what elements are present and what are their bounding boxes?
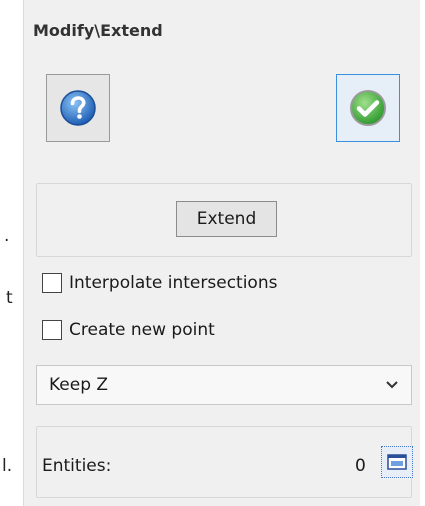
- create-new-point-label: Create new point: [69, 320, 215, 340]
- create-new-point-option[interactable]: Create new point: [42, 320, 215, 340]
- background-text-fragment: t: [6, 288, 13, 308]
- background-text-fragment: l.: [2, 456, 13, 476]
- extend-button[interactable]: Extend: [176, 201, 277, 237]
- panel-title: Modify\Extend: [33, 21, 163, 40]
- entities-count: 0: [355, 456, 366, 476]
- chevron-down-icon: [386, 381, 398, 389]
- question-mark-icon: [60, 90, 96, 126]
- select-entities-button[interactable]: [381, 446, 413, 478]
- ok-button[interactable]: [336, 74, 400, 142]
- help-button[interactable]: [46, 74, 110, 142]
- z-mode-selected-value: Keep Z: [49, 375, 109, 395]
- window-select-icon: [387, 454, 407, 470]
- entities-label: Entities:: [42, 456, 112, 476]
- interpolate-intersections-label: Interpolate intersections: [69, 273, 278, 293]
- z-mode-dropdown[interactable]: Keep Z: [36, 365, 412, 405]
- green-checkmark-icon: [350, 90, 386, 126]
- modify-extend-panel: Modify\Extend Extend Interpolate interse…: [23, 0, 420, 506]
- create-new-point-checkbox[interactable]: [42, 320, 62, 340]
- background-text-fragment: .: [4, 226, 10, 246]
- interpolate-intersections-option[interactable]: Interpolate intersections: [42, 273, 277, 293]
- interpolate-intersections-checkbox[interactable]: [42, 273, 62, 293]
